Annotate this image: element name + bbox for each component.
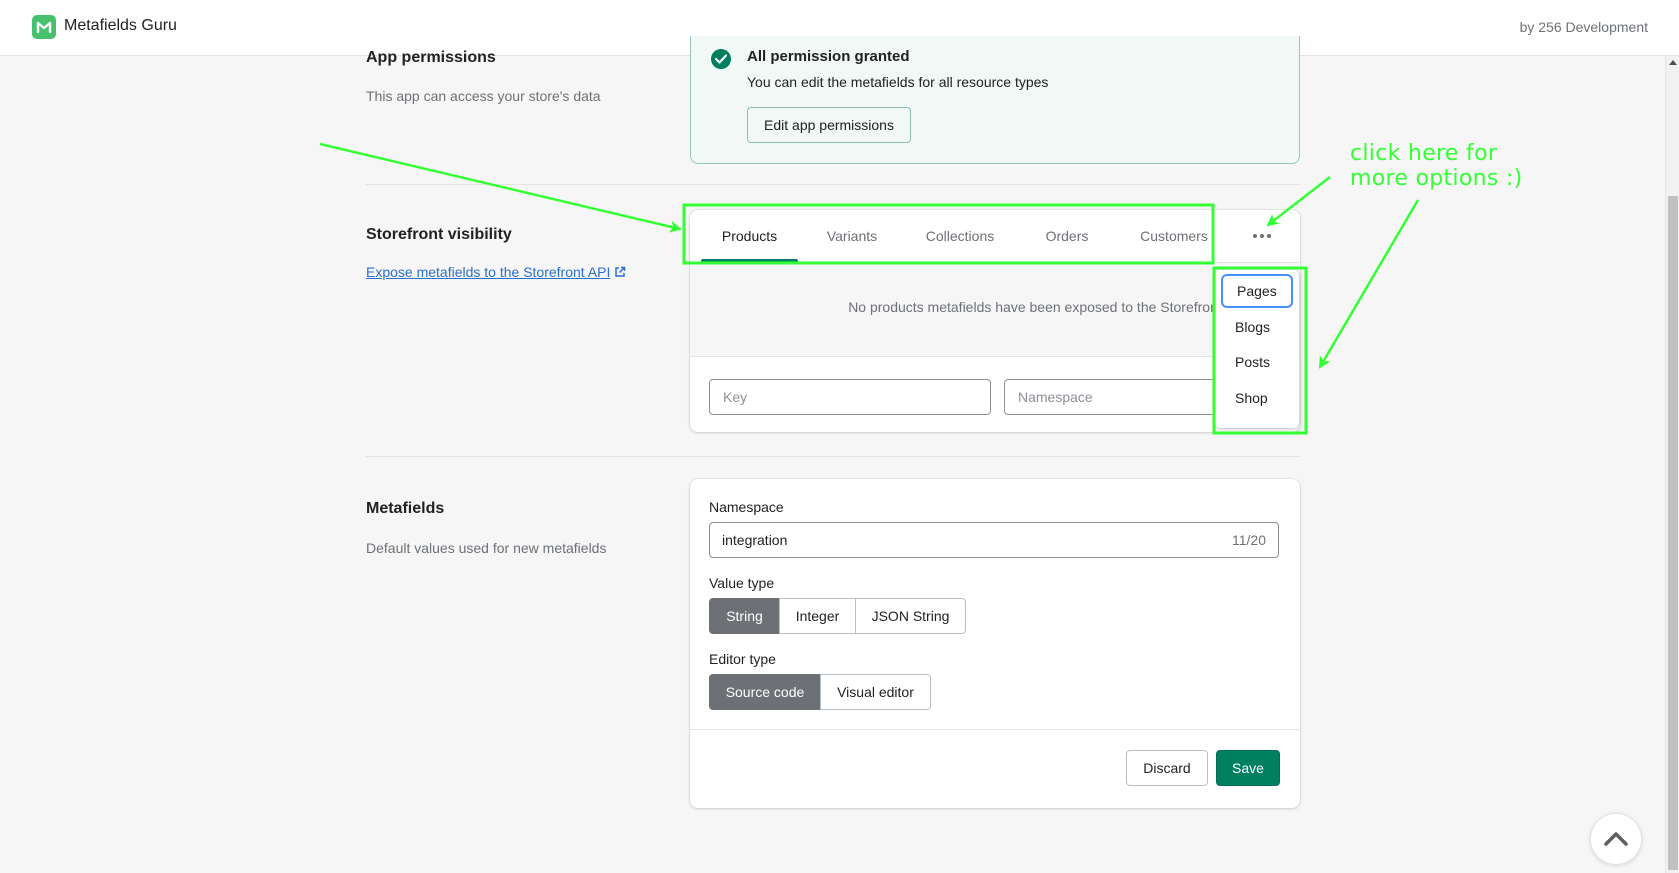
expose-metafields-link-label: Expose metafields to the Storefront API — [366, 264, 611, 280]
more-tabs-dropdown: Pages Blogs Posts Shop — [1215, 270, 1299, 428]
app-name: Metafields Guru — [64, 17, 177, 34]
editor-type-source-code-button[interactable]: Source code — [709, 674, 821, 710]
annotation-text-line1: click here for — [1350, 141, 1498, 166]
menu-item-shop[interactable]: Shop — [1221, 381, 1293, 415]
save-button[interactable]: Save — [1216, 750, 1280, 786]
external-link-icon — [615, 266, 626, 277]
scroll-up-arrow-icon[interactable] — [1669, 60, 1677, 65]
menu-item-pages[interactable]: Pages — [1221, 274, 1293, 308]
character-count: 11/20 — [1232, 532, 1266, 548]
tab-collections[interactable]: Collections — [906, 210, 1014, 262]
empty-state-message: No products metafields have been exposed… — [848, 299, 1270, 315]
namespace-value: integration — [722, 532, 788, 548]
app-permissions-description: This app can access your store's data — [366, 88, 601, 104]
tab-products[interactable]: Products — [701, 210, 798, 262]
metafields-guru-logo-icon — [32, 15, 56, 39]
storefront-visibility-title: Storefront visibility — [366, 226, 512, 243]
editor-type-segmented-control: Source code Visual editor — [709, 674, 931, 710]
namespace-label: Namespace — [709, 499, 784, 515]
menu-item-posts[interactable]: Posts — [1221, 345, 1293, 379]
value-type-json-string-button[interactable]: JSON String — [855, 598, 966, 634]
storefront-visibility-card: Products Variants Collections Orders Cus… — [690, 210, 1300, 432]
discard-button[interactable]: Discard — [1126, 750, 1208, 786]
annotation-text-line2: more options :) — [1350, 166, 1523, 191]
developer-credit: by 256 Development — [1519, 19, 1648, 35]
page-scrollbar[interactable] — [1665, 56, 1679, 873]
tab-orders[interactable]: Orders — [1024, 210, 1110, 262]
arrow-to-dropdown — [1318, 199, 1420, 369]
value-type-integer-button[interactable]: Integer — [779, 598, 856, 634]
value-type-string-button[interactable]: String — [709, 598, 780, 634]
editor-type-visual-editor-button[interactable]: Visual editor — [820, 674, 931, 710]
ellipsis-horizontal-icon — [1253, 234, 1257, 238]
check-circle-icon — [711, 49, 731, 69]
metafields-title: Metafields — [366, 500, 445, 517]
value-type-segmented-control: String Integer JSON String — [709, 598, 966, 634]
metafields-description: Default values used for new metafields — [366, 540, 607, 556]
permission-status-text: You can edit the metafields for all reso… — [747, 74, 1049, 90]
permissions-status-card: All permission granted You can edit the … — [690, 36, 1300, 164]
section-divider — [366, 456, 1300, 457]
value-type-label: Value type — [709, 575, 775, 591]
app-permissions-title: App permissions — [366, 49, 496, 66]
chevron-up-icon — [1604, 832, 1628, 846]
menu-item-blogs[interactable]: Blogs — [1221, 310, 1293, 344]
exposed-metafields-empty-state: No products metafields have been exposed… — [690, 262, 1300, 357]
edit-app-permissions-button[interactable]: Edit app permissions — [747, 107, 911, 143]
editor-type-label: Editor type — [709, 651, 776, 667]
section-divider — [366, 184, 1300, 185]
expose-metafields-link[interactable]: Expose metafields to the Storefront API — [366, 264, 626, 280]
ellipsis-dot — [1260, 234, 1264, 238]
scroll-to-top-button[interactable] — [1590, 813, 1642, 865]
more-tabs-button[interactable] — [1244, 222, 1280, 250]
namespace-field[interactable]: integration 11/20 — [709, 522, 1279, 558]
card-footer-divider — [690, 729, 1300, 730]
key-input[interactable]: Key — [709, 379, 991, 415]
ellipsis-dot — [1267, 234, 1271, 238]
permission-status-title: All permission granted — [747, 48, 910, 65]
tab-customers[interactable]: Customers — [1120, 210, 1228, 262]
scrollbar-thumb[interactable] — [1668, 196, 1678, 870]
tab-variants[interactable]: Variants — [808, 210, 896, 262]
metafields-defaults-card: Namespace integration 11/20 Value type S… — [690, 479, 1300, 808]
arrow-to-tabs — [319, 142, 682, 233]
